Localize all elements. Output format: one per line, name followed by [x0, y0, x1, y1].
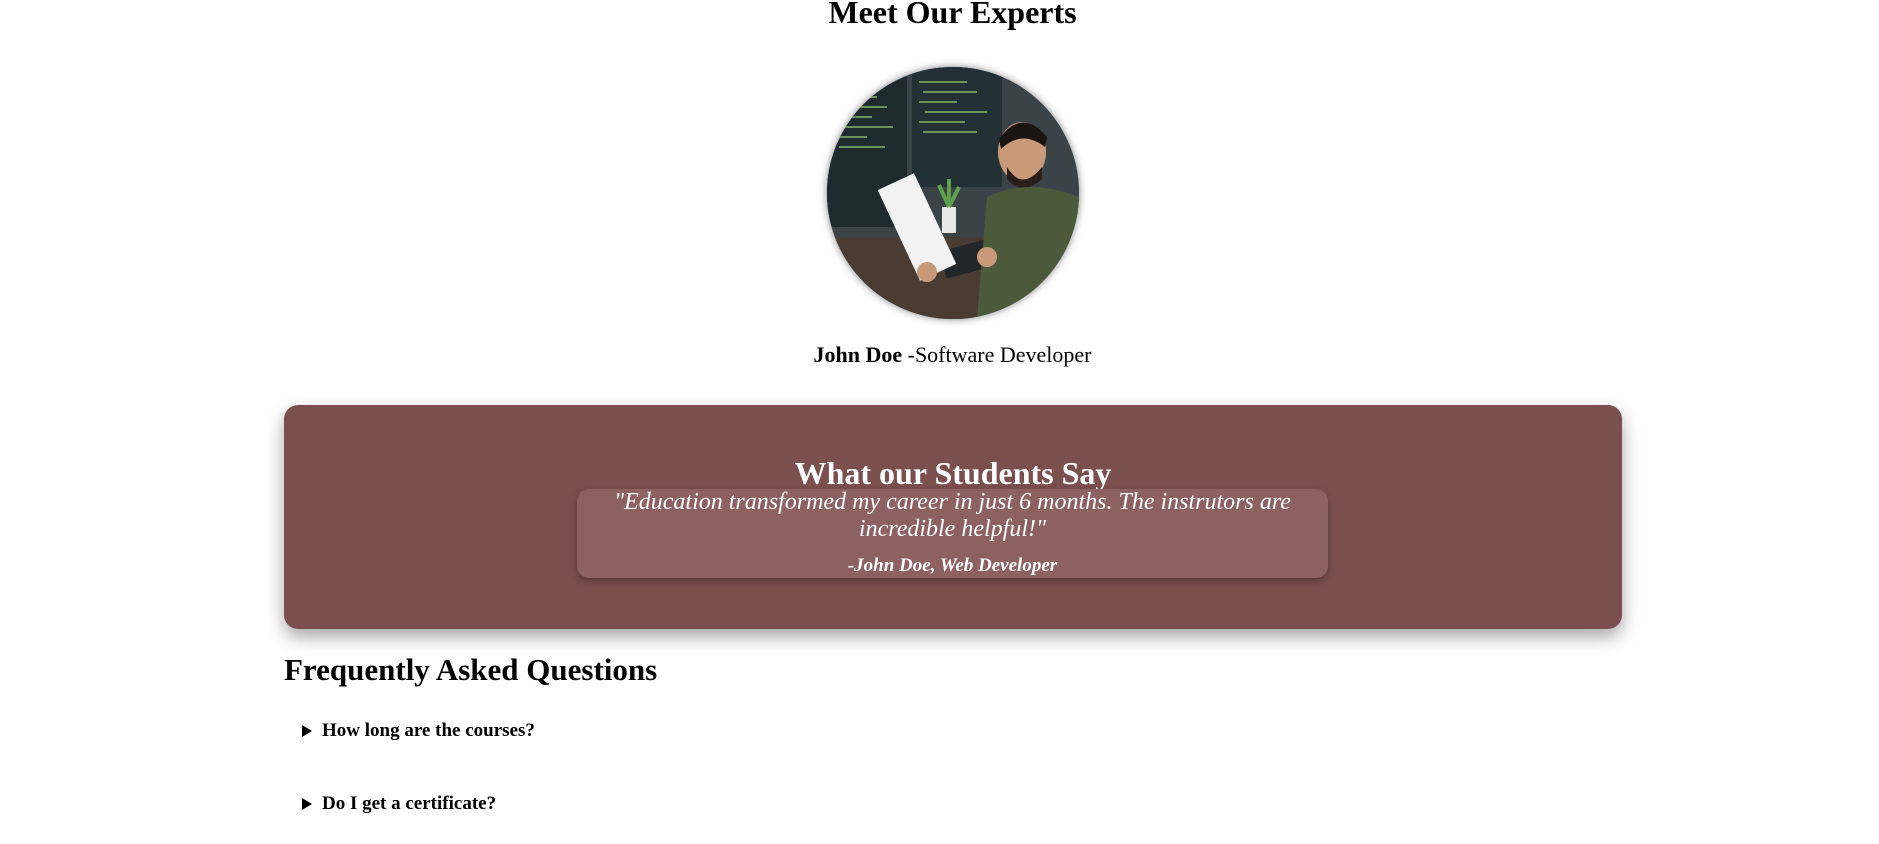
expert-name: John Doe — [813, 342, 903, 367]
faq-item-course-length[interactable]: How long are the courses? — [302, 720, 535, 742]
faq-question: How long are the courses? — [322, 720, 535, 741]
expert-avatar — [827, 67, 1079, 319]
testimonial-quote: "Education transformed my career in just… — [614, 489, 1291, 542]
faq-item-certificate[interactable]: Do I get a certificate? — [302, 793, 496, 815]
experts-heading: Meet Our Experts — [828, 0, 1077, 30]
testimonial-card: "Education transformed my career in just… — [577, 489, 1328, 578]
expert-role: -Software Developer — [907, 342, 1092, 367]
disclosure-triangle-icon — [302, 798, 312, 810]
page: Meet Our Experts John Doe -Software Deve… — [0, 0, 1879, 844]
faq-question: Do I get a certificate? — [322, 793, 497, 814]
faq-heading: Frequently Asked Questions — [284, 652, 658, 687]
expert-caption: John Doe -Software Developer — [0, 342, 1879, 368]
developer-photo-icon — [827, 67, 1079, 319]
disclosure-triangle-icon — [302, 725, 312, 737]
testimonials-panel: What our Students Say "Education transfo… — [284, 405, 1622, 629]
testimonial-author: -John Doe, Web Developer — [847, 555, 1058, 576]
testimonials-heading: What our Students Say — [794, 455, 1112, 491]
